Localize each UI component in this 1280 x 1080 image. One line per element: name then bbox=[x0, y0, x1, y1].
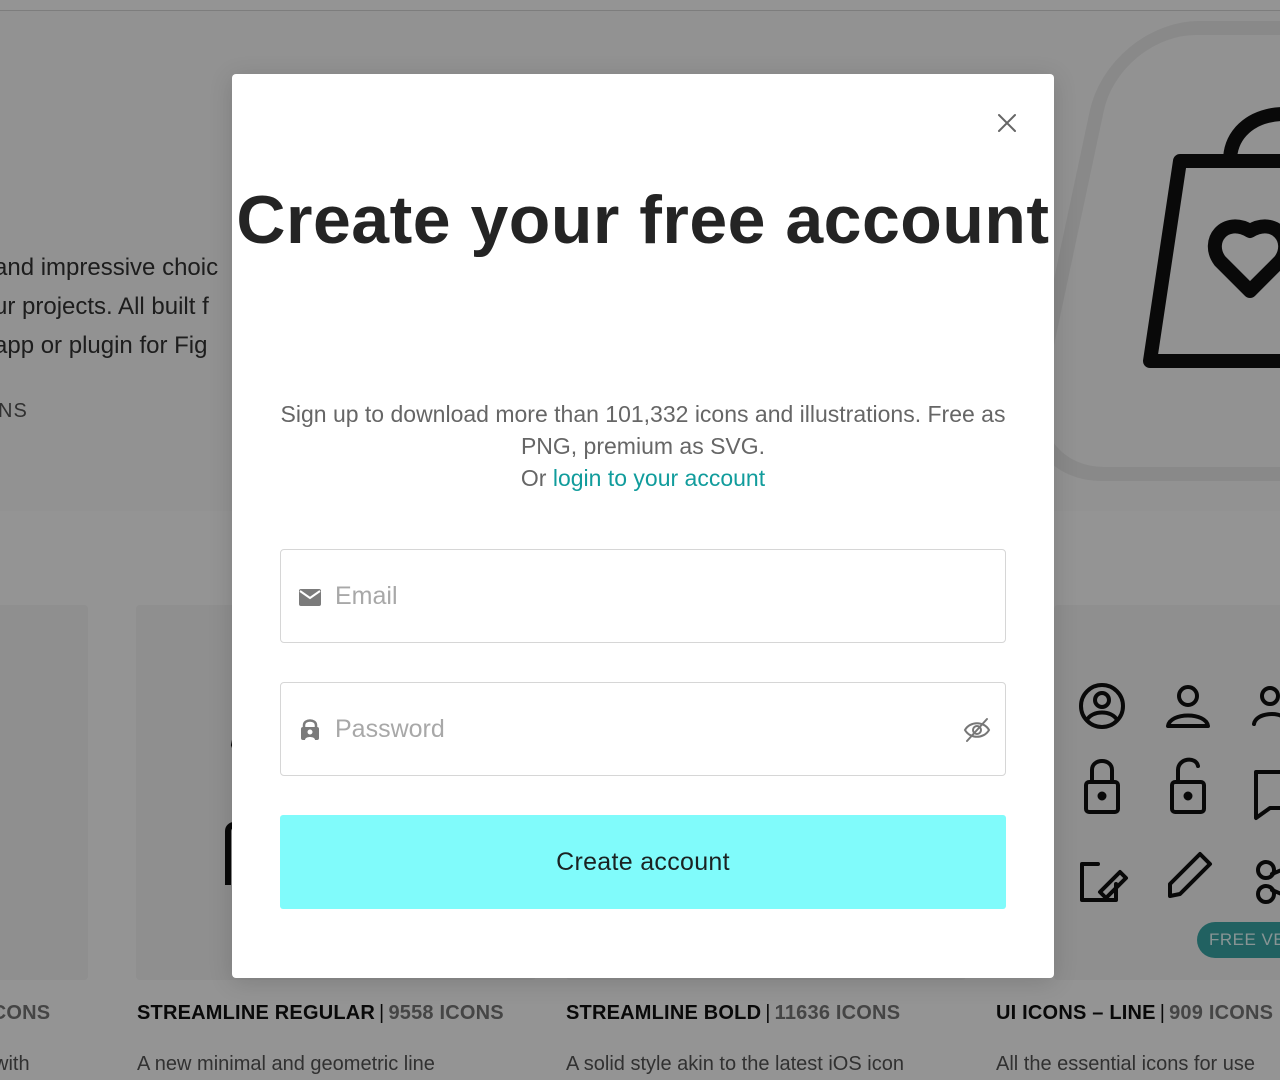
modal-title: Create your free account bbox=[236, 182, 1050, 258]
modal-subtitle: Sign up to download more than 101,332 ic… bbox=[280, 398, 1006, 494]
password-field[interactable] bbox=[280, 682, 1006, 776]
close-icon bbox=[998, 114, 1016, 132]
signup-modal: Create your free account Sign up to down… bbox=[232, 74, 1054, 978]
email-field[interactable] bbox=[280, 549, 1006, 643]
close-button[interactable] bbox=[992, 108, 1022, 138]
lock-person-icon bbox=[301, 719, 319, 740]
envelope-icon bbox=[299, 589, 321, 606]
login-line: Or login to your account bbox=[280, 462, 1006, 494]
eye-off-icon[interactable] bbox=[963, 717, 991, 743]
password-input[interactable] bbox=[335, 703, 935, 755]
create-account-button[interactable]: Create account bbox=[280, 815, 1006, 909]
login-prefix: Or bbox=[520, 465, 553, 491]
email-input[interactable] bbox=[335, 570, 935, 622]
login-link[interactable]: login to your account bbox=[553, 465, 765, 491]
subtitle-text: Sign up to download more than 101,332 ic… bbox=[280, 401, 1006, 459]
